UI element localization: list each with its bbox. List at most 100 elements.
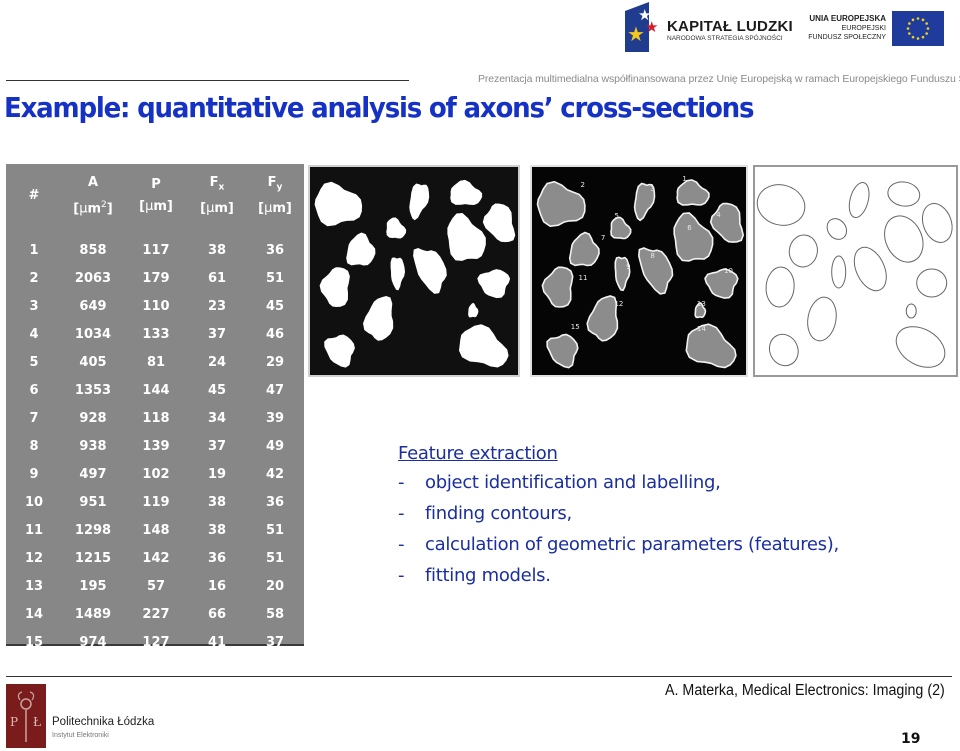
cell-feret-x: 45 <box>207 382 227 398</box>
fitted-ellipses-image <box>753 165 958 377</box>
cell-index: 15 <box>24 634 44 650</box>
cell-feret-x: 66 <box>207 606 227 622</box>
eu-star-icon <box>911 35 915 39</box>
eu-star-icon <box>921 35 925 39</box>
cell-perimeter: 110 <box>142 298 170 314</box>
axon-contour <box>536 180 586 228</box>
fitted-ellipse <box>905 303 917 319</box>
table-row: 11 1298 148 38 51 <box>6 516 304 544</box>
cell-area: 858 <box>79 242 107 258</box>
fitted-ellipse <box>853 246 887 292</box>
header-area: A [μm2] <box>73 174 113 217</box>
axon-contour <box>673 212 714 262</box>
axon-label: 3 <box>650 185 654 193</box>
axon-contour <box>676 179 710 206</box>
table-row: 7 928 118 34 39 <box>6 404 304 432</box>
cell-feret-x: 23 <box>207 298 227 314</box>
cell-feret-y: 51 <box>265 270 285 286</box>
binary-segmentation-image <box>308 165 520 377</box>
axon-blob <box>477 269 511 299</box>
cell-index: 5 <box>29 354 39 370</box>
cell-area: 951 <box>79 494 107 510</box>
eu-star-icon <box>908 22 911 25</box>
axon-blob <box>319 267 350 307</box>
eu-line-2: EUROPEJSKI <box>841 25 886 32</box>
fitted-ellipse <box>848 181 870 219</box>
axon-contour <box>610 216 632 240</box>
feature-list-item: - finding contours, <box>398 503 572 524</box>
cell-area: 974 <box>79 634 107 650</box>
page-title: Example: quantitative analysis of axons’… <box>4 91 754 124</box>
cell-index: 14 <box>24 606 44 622</box>
table-row: 2 2063 179 61 51 <box>6 264 304 292</box>
eu-star-icon <box>925 32 928 35</box>
cell-perimeter: 139 <box>142 438 170 454</box>
cell-index: 1 <box>29 242 39 258</box>
cell-feret-y: 36 <box>265 242 285 258</box>
axon-label: 10 <box>724 267 733 275</box>
cell-feret-x: 37 <box>207 438 227 454</box>
author-credit: A. Materka, Medical Electronics: Imaging… <box>665 682 945 699</box>
cell-feret-y: 37 <box>265 634 285 650</box>
cell-perimeter: 119 <box>142 494 170 510</box>
table-row: 9 497 102 19 42 <box>6 460 304 488</box>
cell-feret-y: 39 <box>265 410 285 426</box>
cell-index: 12 <box>24 550 44 566</box>
cell-feret-y: 51 <box>265 550 285 566</box>
axon-blob <box>459 324 509 368</box>
cell-perimeter: 148 <box>142 522 170 538</box>
axon-contour <box>586 295 619 342</box>
cell-index: 13 <box>24 578 44 594</box>
cell-area: 195 <box>79 578 107 594</box>
eu-line-3: FUNDUSZ SPOŁECZNY <box>808 34 886 41</box>
cell-feret-y: 58 <box>265 606 285 622</box>
cell-feret-x: 34 <box>207 410 227 426</box>
table-row: 6 1353 144 45 47 <box>6 376 304 404</box>
fitted-ellipse <box>895 326 946 368</box>
eu-star-icon <box>908 32 911 35</box>
axon-label: 12 <box>614 300 623 308</box>
feature-extraction-heading: Feature extraction <box>398 443 558 464</box>
cell-feret-x: 24 <box>207 354 227 370</box>
kapital-ludzki-logo: ★ ★ ★ KAPITAŁ LUDZKI NARODOWA STRATEGIA … <box>625 2 793 52</box>
cell-feret-x: 38 <box>207 494 227 510</box>
cell-area: 497 <box>79 466 107 482</box>
eu-logo-text: UNIA EUROPEJSKA EUROPEJSKI FUNDUSZ SPOŁE… <box>808 14 886 42</box>
axon-label: 11 <box>579 274 588 282</box>
cell-index: 3 <box>29 298 39 314</box>
cell-area: 649 <box>79 298 107 314</box>
cell-feret-x: 16 <box>207 578 227 594</box>
header-feret-y: Fy [μm] <box>258 174 292 217</box>
axon-contour <box>541 266 574 308</box>
table-row: 10 951 119 38 36 <box>6 488 304 516</box>
page-number: 19 <box>901 731 921 747</box>
axon-contour <box>546 333 579 369</box>
axon-label: 15 <box>571 323 580 331</box>
cell-index: 4 <box>29 326 39 342</box>
cell-index: 8 <box>29 438 39 454</box>
axon-label: 1 <box>682 175 686 183</box>
cell-index: 2 <box>29 270 39 286</box>
fitted-ellipse <box>756 184 806 226</box>
table-header-row: # A [μm2] P [μm] Fx [μm] Fy [μm] <box>6 164 304 228</box>
yellow-star-icon: ★ <box>627 22 645 46</box>
cell-index: 11 <box>24 522 44 538</box>
axon-blob <box>409 183 430 221</box>
axon-contour <box>568 231 600 267</box>
table-row: 13 195 57 16 20 <box>6 572 304 600</box>
axon-blob <box>324 334 355 368</box>
institute-name: Instytut Elektroniki <box>52 732 109 739</box>
feature-extraction-section: Feature extraction - object identificatio… <box>398 443 839 596</box>
cell-area: 938 <box>79 438 107 454</box>
svg-text:P: P <box>10 715 18 729</box>
eu-star-icon <box>921 18 925 22</box>
axon-measurements-table: # A [μm2] P [μm] Fx [μm] Fy [μm] 1 858 1… <box>6 164 304 650</box>
cell-perimeter: 144 <box>142 382 170 398</box>
eu-star-icon <box>911 18 915 22</box>
cell-feret-y: 46 <box>265 326 285 342</box>
fitted-ellipse <box>768 333 799 367</box>
fitted-ellipse <box>826 218 848 240</box>
header-feret-x: Fx [μm] <box>200 174 234 217</box>
axon-label: 5 <box>614 212 618 220</box>
fitted-ellipse <box>765 266 795 308</box>
